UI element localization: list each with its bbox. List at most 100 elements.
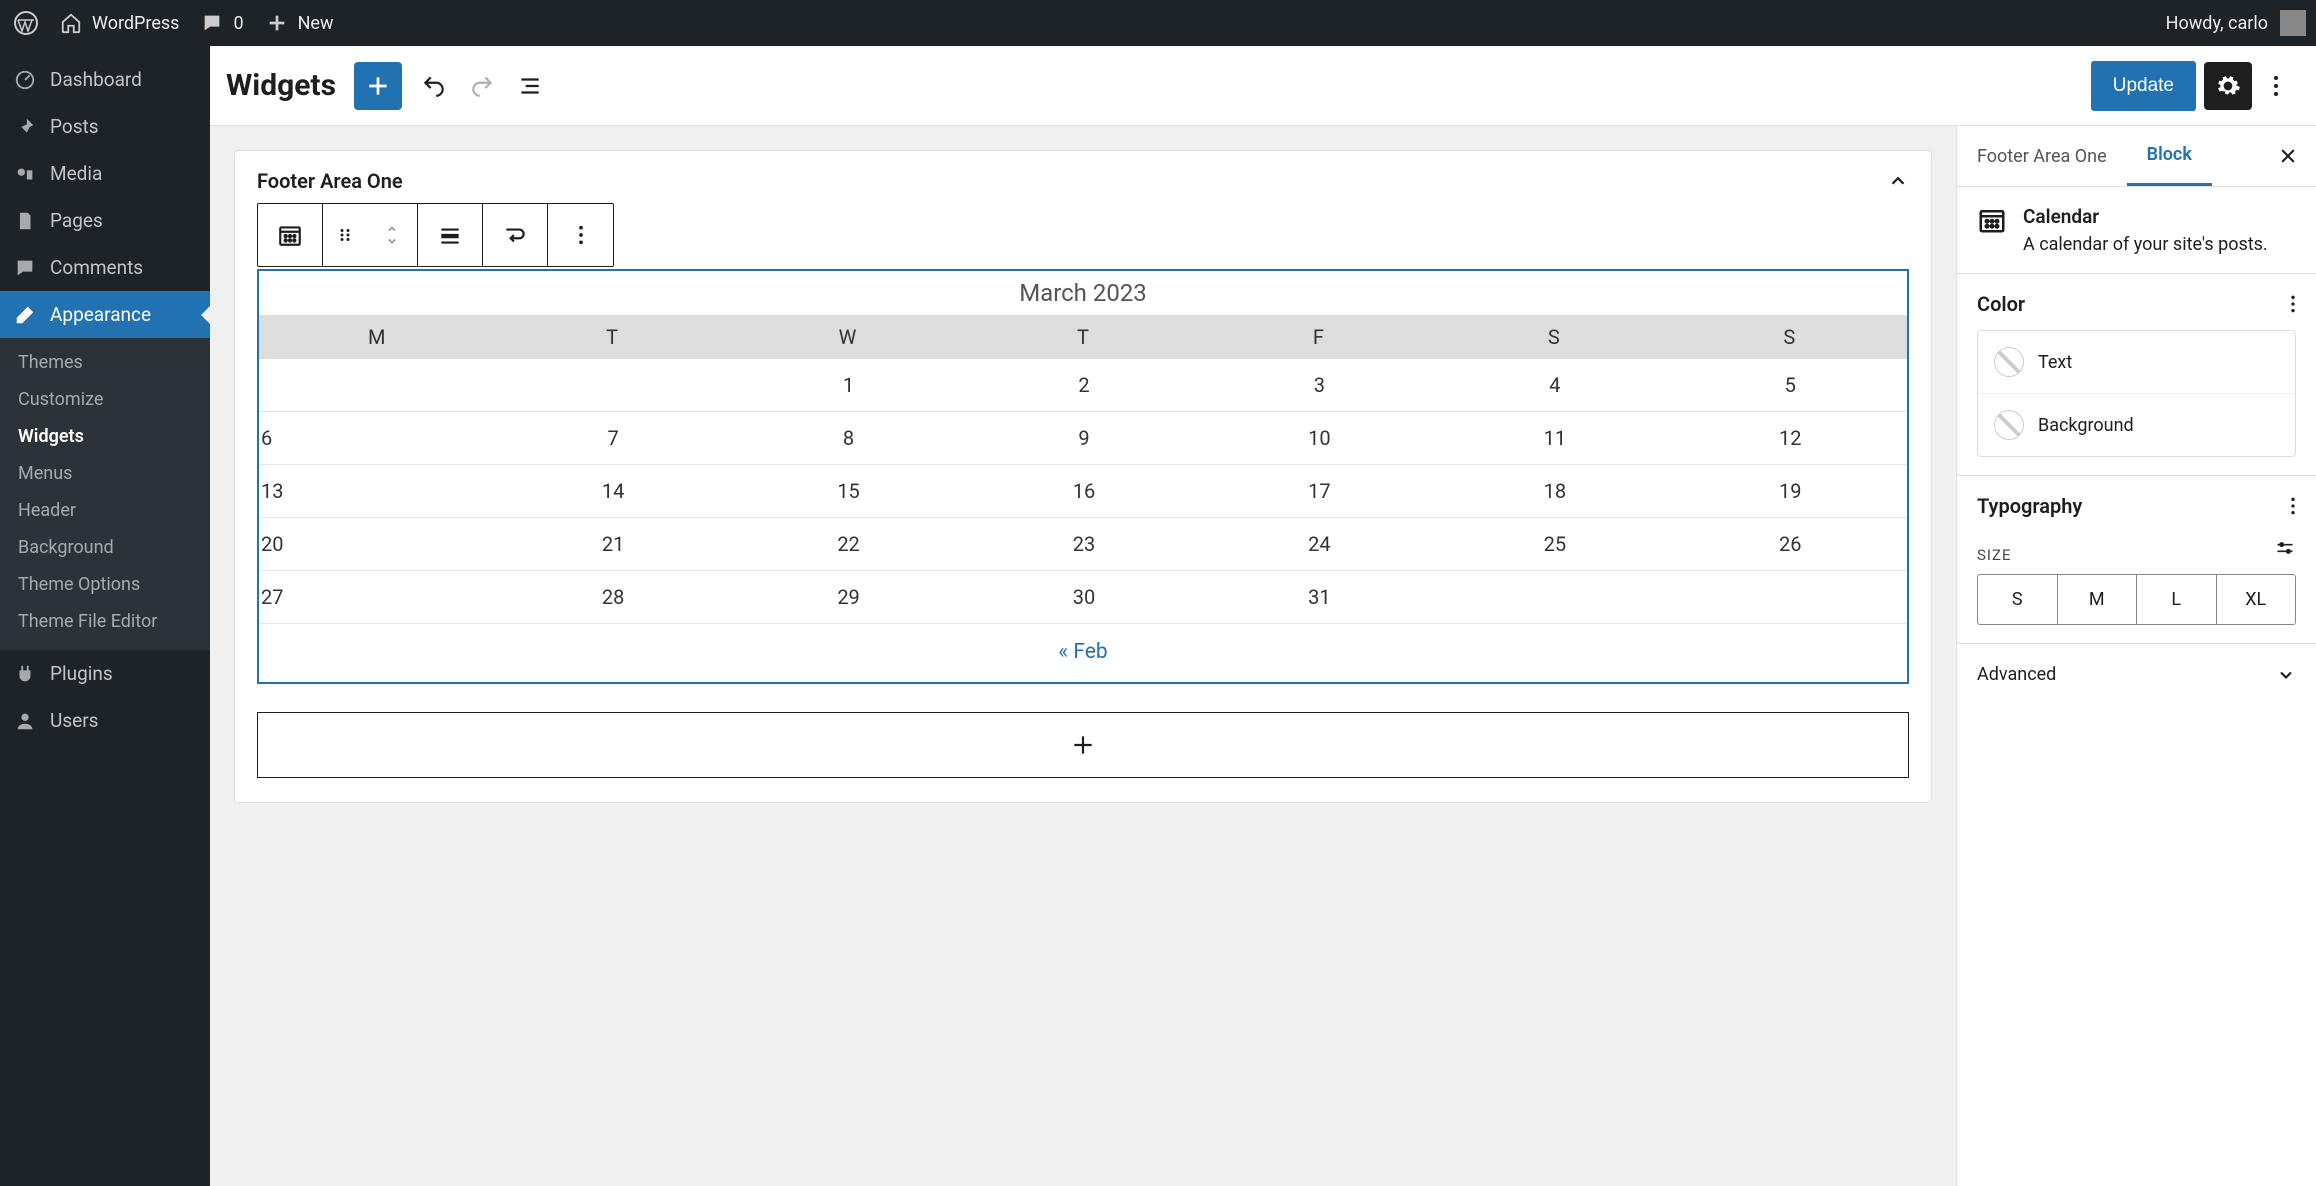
- calendar-day-head: S: [1436, 315, 1671, 359]
- calendar-cell: 15: [730, 465, 965, 518]
- calendar-cell: 2: [965, 359, 1200, 412]
- close-inspector-button[interactable]: [2260, 146, 2316, 166]
- calendar-cell: 30: [965, 571, 1200, 624]
- sidebar-label: Plugins: [50, 662, 113, 685]
- sub-item-widgets[interactable]: Widgets: [18, 418, 210, 455]
- undo-button[interactable]: [410, 62, 458, 110]
- update-button[interactable]: Update: [2091, 61, 2196, 111]
- pin-icon: [14, 116, 36, 138]
- chevron-down-icon: [384, 235, 400, 247]
- sub-item-header[interactable]: Header: [18, 492, 210, 529]
- calendar-cell: 9: [965, 412, 1200, 465]
- editor-topbar: Widgets Update: [210, 46, 2316, 126]
- howdy-text[interactable]: Howdy, carlo: [2166, 13, 2268, 34]
- calendar-cell: 7: [494, 412, 729, 465]
- sidebar-item-pages[interactable]: Pages: [0, 197, 210, 244]
- size-option[interactable]: L: [2137, 575, 2217, 624]
- calendar-cell: [259, 359, 494, 412]
- sidebar-label: Appearance: [50, 303, 151, 326]
- advanced-panel-toggle[interactable]: Advanced: [1957, 644, 2316, 705]
- color-text-label: Text: [2038, 352, 2072, 373]
- widget-area-title: Footer Area One: [257, 169, 403, 193]
- sidebar-label: Posts: [50, 115, 99, 138]
- size-option[interactable]: XL: [2217, 575, 2296, 624]
- add-block-button[interactable]: [354, 62, 402, 110]
- new-label: New: [298, 13, 334, 34]
- wp-logo[interactable]: [14, 11, 38, 35]
- settings-toggle-button[interactable]: [2204, 62, 2252, 110]
- sub-item-customize[interactable]: Customize: [18, 381, 210, 418]
- drag-icon: [336, 226, 354, 244]
- comments-link[interactable]: 0: [201, 12, 243, 34]
- color-heading: Color: [1977, 292, 2025, 316]
- calendar-cell: 1: [730, 359, 965, 412]
- plus-icon: [1070, 732, 1096, 758]
- site-name: WordPress: [92, 13, 179, 34]
- calendar-cell: 24: [1201, 518, 1436, 571]
- redo-icon: [469, 73, 495, 99]
- sub-item-menus[interactable]: Menus: [18, 455, 210, 492]
- sidebar-item-appearance[interactable]: Appearance: [0, 291, 210, 338]
- sidebar-item-plugins[interactable]: Plugins: [0, 650, 210, 697]
- sidebar-item-users[interactable]: Users: [0, 697, 210, 744]
- calendar-cell: [494, 359, 729, 412]
- kebab-icon: [2290, 294, 2296, 314]
- site-link[interactable]: WordPress: [60, 12, 179, 34]
- sidebar-item-media[interactable]: Media: [0, 150, 210, 197]
- sidebar-item-dashboard[interactable]: Dashboard: [0, 56, 210, 103]
- block-description: A calendar of your site's posts.: [2023, 234, 2268, 255]
- add-block-appender[interactable]: [257, 712, 1909, 778]
- sub-item-background[interactable]: Background: [18, 529, 210, 566]
- user-avatar[interactable]: [2280, 10, 2306, 36]
- size-label: SIZE: [1977, 546, 2012, 564]
- calendar-day-head: T: [494, 315, 729, 359]
- move-up-button[interactable]: [384, 223, 400, 235]
- size-custom-button[interactable]: [2274, 538, 2296, 558]
- calendar-cell: 25: [1436, 518, 1671, 571]
- block-type-button[interactable]: [258, 204, 323, 266]
- move-to-button[interactable]: [483, 204, 548, 266]
- options-button[interactable]: [2252, 62, 2300, 110]
- size-option[interactable]: M: [2058, 575, 2138, 624]
- sub-item-theme-file-editor[interactable]: Theme File Editor: [18, 603, 210, 640]
- size-option[interactable]: S: [1978, 575, 2058, 624]
- calendar-cell: 18: [1436, 465, 1671, 518]
- media-icon: [14, 163, 36, 185]
- typography-options-button[interactable]: [2290, 496, 2296, 516]
- color-background-button[interactable]: Background: [1978, 394, 2295, 456]
- kebab-icon: [2273, 74, 2279, 98]
- sidebar-item-comments[interactable]: Comments: [0, 244, 210, 291]
- drag-handle[interactable]: [323, 226, 367, 244]
- color-options-button[interactable]: [2290, 294, 2296, 314]
- calendar-day-head: S: [1672, 315, 1907, 359]
- calendar-prev-link[interactable]: « Feb: [1058, 640, 1107, 664]
- calendar-cell: 13: [259, 465, 494, 518]
- sub-item-theme-options[interactable]: Theme Options: [18, 566, 210, 603]
- collapse-button[interactable]: [1887, 170, 1909, 192]
- tab-block[interactable]: Block: [2127, 126, 2212, 186]
- tab-widget-area[interactable]: Footer Area One: [1957, 128, 2127, 185]
- calendar-day-head: W: [730, 315, 965, 359]
- calendar-cell: 21: [494, 518, 729, 571]
- close-icon: [2278, 146, 2298, 166]
- calendar-cell: [1436, 571, 1671, 624]
- move-down-button[interactable]: [384, 235, 400, 247]
- redo-button[interactable]: [458, 62, 506, 110]
- calendar-block[interactable]: March 2023 MTWTFSS 123456789101112131415…: [257, 269, 1909, 684]
- calendar-icon: [1977, 205, 2007, 235]
- list-view-button[interactable]: [506, 62, 554, 110]
- calendar-cell: 10: [1201, 412, 1436, 465]
- calendar-cell: 31: [1201, 571, 1436, 624]
- calendar-cell: 28: [494, 571, 729, 624]
- user-icon: [14, 710, 36, 732]
- align-button[interactable]: [418, 204, 483, 266]
- brush-icon: [14, 304, 36, 326]
- new-link[interactable]: New: [266, 12, 334, 34]
- home-icon: [60, 12, 82, 34]
- color-text-button[interactable]: Text: [1978, 331, 2295, 394]
- calendar-cell: 12: [1672, 412, 1907, 465]
- block-options-button[interactable]: [548, 204, 613, 266]
- sidebar-item-posts[interactable]: Posts: [0, 103, 210, 150]
- sub-item-themes[interactable]: Themes: [18, 344, 210, 381]
- comment-icon: [14, 257, 36, 279]
